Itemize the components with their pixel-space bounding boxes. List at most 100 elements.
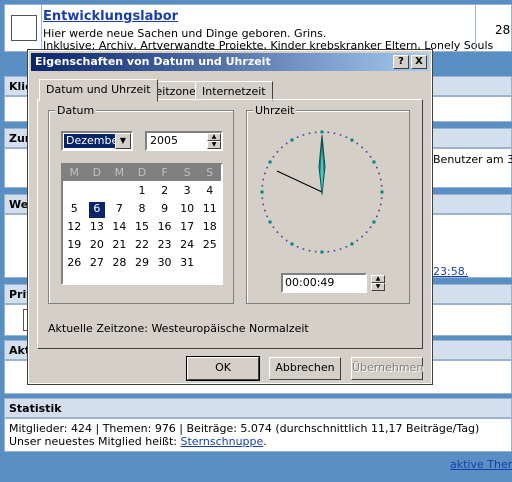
calendar-empty-cell	[63, 183, 86, 201]
calendar-day[interactable]: 15	[131, 219, 154, 237]
chevron-down-icon[interactable]: ▼	[115, 133, 131, 149]
clock-minute-mark	[339, 134, 342, 136]
cancel-button[interactable]: Abbrechen	[269, 357, 341, 380]
calendar-day[interactable]: 8	[131, 201, 154, 219]
clock-minute-mark	[281, 146, 283, 149]
clock-minute-mark	[365, 151, 368, 153]
calendar-day[interactable]: 22	[131, 237, 154, 255]
calendar-day[interactable]: 19	[63, 237, 86, 255]
spin-down-icon[interactable]: ▼	[371, 283, 385, 291]
calendar-day[interactable]: 14	[108, 219, 131, 237]
stat-header: Statistik	[4, 398, 512, 418]
clock-minute-mark	[296, 136, 299, 138]
time-input[interactable]: 00:00:49	[281, 273, 367, 293]
active-topics-link[interactable]: aktive Theme	[450, 458, 512, 471]
clock-minute-mark	[356, 142, 359, 145]
clock-minute-mark	[327, 131, 330, 134]
tab-date-time[interactable]: Datum und Uhrzeit	[39, 79, 158, 102]
clock-hour-mark	[372, 160, 376, 164]
calendar-empty-cell	[108, 183, 131, 201]
clock-minute-mark	[262, 178, 265, 181]
clock-minute-mark	[276, 231, 279, 233]
clock-minute-mark	[302, 134, 305, 136]
topic-title-link[interactable]: Entwicklungslabor	[43, 9, 178, 24]
clock-minute-mark	[296, 246, 299, 248]
clock-minute-mark	[266, 215, 268, 218]
month-select[interactable]: Dezember ▼	[61, 131, 133, 151]
spin-down-icon[interactable]: ▼	[207, 141, 221, 149]
clock-hour-mark	[268, 160, 272, 164]
clock-minute-mark	[369, 155, 372, 158]
calendar-days: 1 2 3 4 5 6 7 8 9 10 11 12 13 14 15 16 17 18 19 20 21 22 23 24 2…	[63, 181, 221, 273]
calendar-day[interactable]: 24	[176, 237, 199, 255]
calendar-day[interactable]: 27	[86, 255, 109, 273]
stat-body: Mitglieder: 424 | Themen: 976 | Beiträge…	[4, 418, 512, 452]
dialog-titlebar[interactable]: Eigenschaften von Datum und Uhrzeit ? X	[31, 53, 429, 71]
stat-line-1: Mitglieder: 424 | Themen: 976 | Beiträge…	[9, 422, 480, 435]
spin-up-icon[interactable]: ▲	[371, 275, 385, 283]
calendar-day[interactable]: 10	[176, 201, 199, 219]
clock-minute-mark	[361, 235, 363, 238]
calendar-day[interactable]: 16	[153, 219, 176, 237]
calendar: MDMDFSS 1 2 3 4 5 6 7 8 9 10 11 12 13 14 15 16 17 18 19 20 2…	[61, 163, 223, 285]
clock-minute-mark	[379, 203, 382, 206]
apply-button[interactable]: Übernehmen	[351, 357, 423, 380]
spin-up-icon[interactable]: ▲	[207, 133, 221, 141]
close-button[interactable]: X	[411, 55, 427, 69]
second-hand	[276, 170, 323, 193]
clock-hour-mark	[260, 190, 264, 194]
newest-member-link[interactable]: Sternschnuppe	[181, 435, 264, 448]
year-spin-buttons[interactable]: ▲ ▼	[207, 133, 221, 149]
tab-panel: Datum Dezember ▼ 2005 ▲ ▼ MDMDFSS 123456…	[37, 99, 423, 349]
calendar-day[interactable]: 12	[63, 219, 86, 237]
help-button[interactable]: ?	[393, 55, 409, 69]
calendar-day[interactable]: 18	[198, 219, 221, 237]
weekday-label: M	[69, 166, 80, 179]
clock-hour-mark	[320, 130, 324, 134]
calendar-day[interactable]: 31	[176, 255, 199, 273]
clock-minute-mark	[345, 136, 348, 138]
calendar-day[interactable]: 6	[88, 202, 106, 218]
weekday-label: D	[92, 166, 102, 179]
clock-minute-mark	[264, 172, 266, 175]
clock-hour-mark	[350, 138, 354, 142]
last-post-time[interactable]: 23:58.	[433, 265, 468, 278]
calendar-day[interactable]: 13	[86, 219, 109, 237]
calendar-day[interactable]: 11	[198, 201, 221, 219]
weekday-label: F	[161, 166, 168, 179]
calendar-day[interactable]: 20	[86, 237, 109, 255]
clock-minute-mark	[380, 184, 383, 187]
calendar-day[interactable]: 25	[198, 237, 221, 255]
clock-minute-mark	[378, 172, 380, 175]
calendar-day[interactable]: 5	[63, 201, 86, 219]
calendar-day[interactable]: 30	[153, 255, 176, 273]
calendar-day[interactable]: 3	[176, 183, 199, 201]
clock-minute-mark	[261, 197, 264, 200]
weekday-label: S	[206, 166, 214, 179]
year-spinner[interactable]: 2005 ▲ ▼	[145, 131, 223, 151]
clock-minute-mark	[261, 184, 264, 187]
clock-hour-mark	[380, 190, 384, 194]
clock-minute-mark	[369, 226, 372, 229]
calendar-day[interactable]: 23	[153, 237, 176, 255]
weekday-label: D	[137, 166, 147, 179]
clock-minute-mark	[327, 250, 330, 253]
topic-status-icon	[11, 15, 37, 41]
time-spin-buttons[interactable]: ▲ ▼	[371, 275, 385, 291]
calendar-day[interactable]: 2	[153, 183, 176, 201]
calendar-day[interactable]: 26	[63, 255, 86, 273]
calendar-empty-cell	[86, 183, 109, 201]
clock-minute-mark	[361, 146, 363, 149]
ok-button[interactable]: OK	[186, 356, 260, 381]
calendar-day[interactable]: 21	[108, 237, 131, 255]
clock-minute-mark	[314, 131, 317, 134]
calendar-weekday-header: MDMDFSS	[63, 165, 221, 181]
calendar-day[interactable]: 7	[108, 201, 131, 219]
calendar-day[interactable]: 4	[198, 183, 221, 201]
calendar-day[interactable]: 1	[131, 183, 154, 201]
calendar-day[interactable]: 9	[153, 201, 176, 219]
tab-internet-time[interactable]: Internetzeit	[195, 81, 273, 101]
calendar-day[interactable]: 17	[176, 219, 199, 237]
calendar-day[interactable]: 28	[108, 255, 131, 273]
calendar-day[interactable]: 29	[131, 255, 154, 273]
